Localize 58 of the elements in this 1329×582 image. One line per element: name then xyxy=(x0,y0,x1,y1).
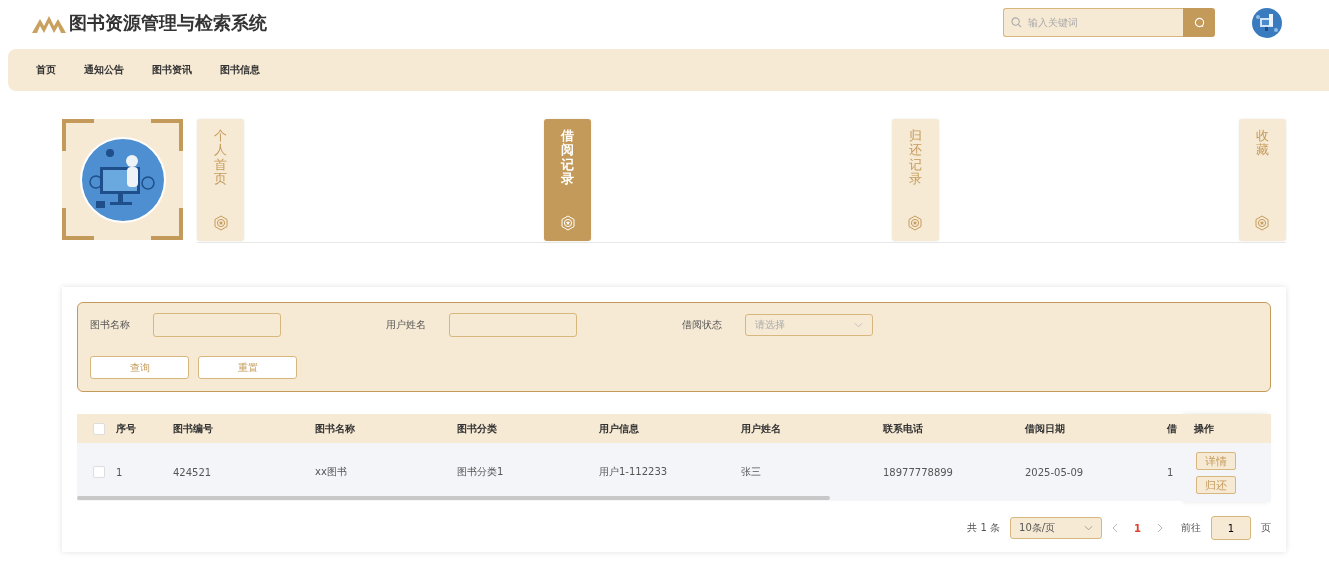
form-button[interactable]: 查询 xyxy=(90,356,189,379)
goto-label: 前往 xyxy=(1181,521,1201,535)
filter-label: 用户姓名 xyxy=(386,318,427,332)
nav-link[interactable]: 图书资讯 xyxy=(152,63,192,77)
page-number[interactable]: 1 xyxy=(1128,522,1147,534)
column-header: 序号 xyxy=(116,421,137,436)
form-button[interactable]: 重置 xyxy=(198,356,297,379)
checkbox[interactable] xyxy=(92,466,105,478)
page-size-select[interactable]: 10条/页 xyxy=(1010,517,1103,539)
table-cell-text: 张三 xyxy=(741,465,762,479)
table-cell-text: 2025-05-09 xyxy=(1025,466,1085,478)
column-header: 图书分类 xyxy=(457,421,498,436)
column-header: 图书名称 xyxy=(315,421,356,436)
column-header: 图书编号 xyxy=(173,421,214,436)
page-input[interactable]: 1 xyxy=(1211,516,1251,540)
next-icon[interactable] xyxy=(1157,523,1163,533)
total-count: 共 1 条 xyxy=(967,521,1001,535)
badge-icon xyxy=(1254,215,1271,231)
profile-tab[interactable]: 归还记录 xyxy=(891,119,939,241)
action-button[interactable]: 归还 xyxy=(1196,476,1236,494)
table-cell-text: 424521 xyxy=(173,466,213,478)
column-header: 借 xyxy=(1167,421,1178,436)
column-header: 借阅日期 xyxy=(1025,421,1066,436)
badge-icon xyxy=(212,215,229,231)
badge-icon xyxy=(559,215,576,231)
input-field[interactable] xyxy=(449,313,577,337)
profile-tab[interactable]: 个人首页 xyxy=(197,119,244,241)
page-suffix: 页 xyxy=(1261,521,1271,535)
column-header: 操作 xyxy=(1194,421,1214,436)
chevron-down-icon xyxy=(1084,525,1094,531)
chevron-down-icon xyxy=(854,322,863,328)
profile-tab[interactable]: 收藏 xyxy=(1239,119,1286,241)
table-cell-text: 图书分类1 xyxy=(457,465,505,479)
table-cell-text: 1 xyxy=(116,466,124,478)
badge-icon xyxy=(907,215,924,231)
search-button[interactable] xyxy=(1183,8,1215,37)
nav-link[interactable]: 图书信息 xyxy=(220,63,260,77)
nav-link[interactable]: 首页 xyxy=(36,63,56,77)
nav-link[interactable]: 通知公告 xyxy=(84,63,124,77)
table-cell-text: 用户1-112233 xyxy=(599,465,669,479)
profile-tab[interactable]: 借阅记录 xyxy=(544,119,592,241)
filter-label: 借阅状态 xyxy=(682,318,723,332)
action-button[interactable]: 详情 xyxy=(1196,452,1236,470)
previous-icon[interactable] xyxy=(1112,523,1119,533)
search-field[interactable]: 输入关键词 xyxy=(1003,8,1183,37)
table-cell-text: xx图书 xyxy=(315,465,348,479)
column-header: 联系电话 xyxy=(883,421,924,436)
table-cell-text: 18977778899 xyxy=(883,466,954,478)
checkbox[interactable] xyxy=(92,422,105,435)
search-icon xyxy=(1193,17,1205,28)
site-title: 图书资源管理与检索系统 xyxy=(69,10,267,35)
filter-label: 图书名称 xyxy=(90,318,131,332)
table-cell-text: 1 xyxy=(1167,466,1175,478)
scrollbar-thumb[interactable] xyxy=(77,496,830,500)
input-field[interactable] xyxy=(153,313,281,337)
column-header: 用户姓名 xyxy=(741,421,782,436)
select-field[interactable]: 请选择 xyxy=(745,314,873,336)
column-header: 用户信息 xyxy=(599,421,640,436)
